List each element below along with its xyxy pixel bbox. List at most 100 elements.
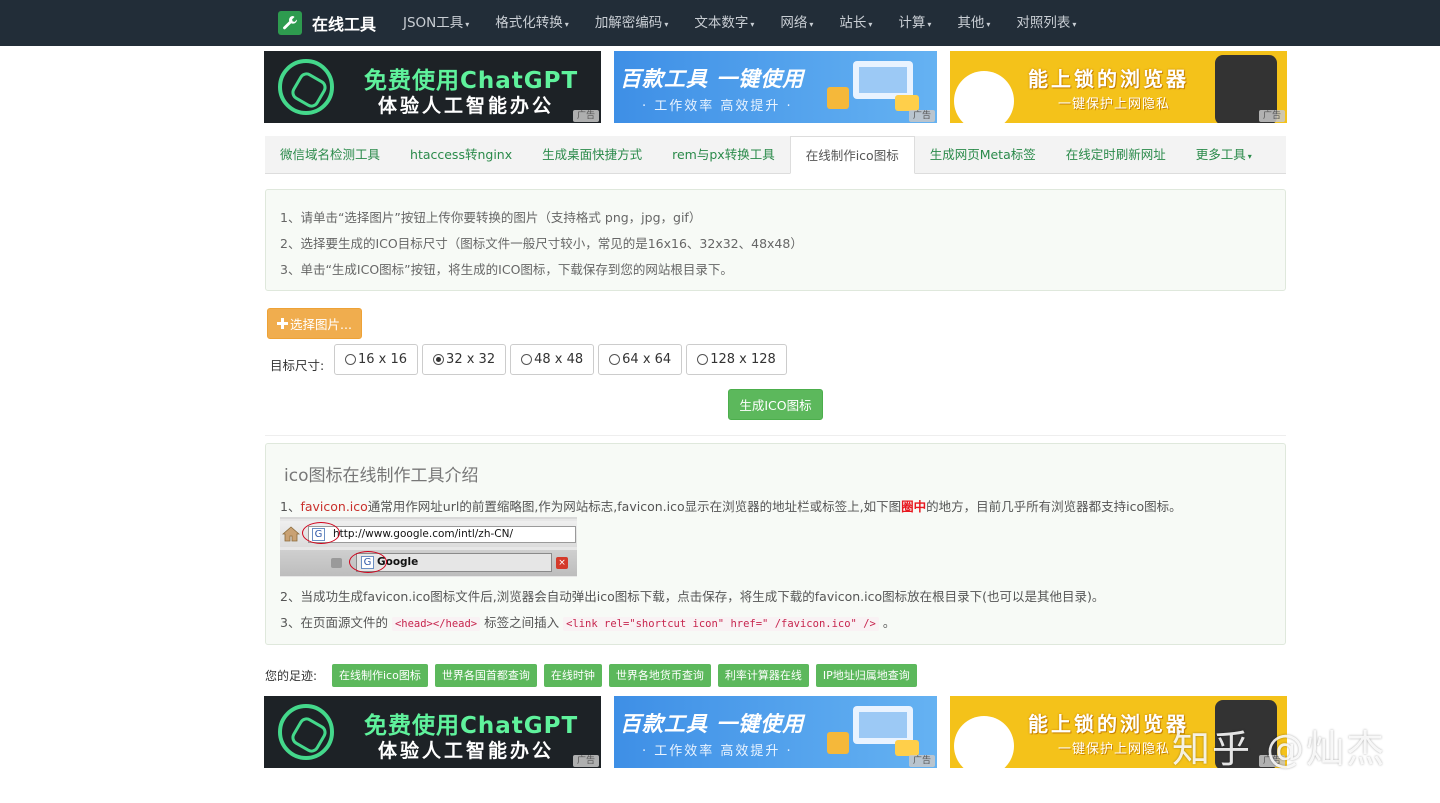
favicon-link[interactable]: favicon.ico bbox=[300, 499, 367, 514]
home-icon bbox=[282, 526, 300, 542]
nav-item-label: 计算 bbox=[898, 15, 926, 31]
ad-subtitle: 一键保护上网隐私 bbox=[1058, 97, 1171, 112]
size-option-16[interactable]: 16 x 16 bbox=[334, 344, 419, 375]
toolbox-illustration-icon bbox=[827, 706, 919, 756]
nav-item-label: 文本数字 bbox=[694, 15, 749, 31]
nav-item-calc[interactable]: 计算 ▾ bbox=[885, 0, 944, 46]
top-navbar: 在线工具 JSON工具 ▾ 格式化转换 ▾ 加解密编码 ▾ 文本数字 ▾ 网络 ▾ 站长 ▾… bbox=[0, 0, 1440, 46]
footprints-list: 在线制作ico图标 世界各国首都查询 在线时钟 世界各地货币查询 利率计算器在线… bbox=[332, 664, 917, 687]
tab-desktop-shortcut[interactable]: 生成桌面快捷方式 bbox=[527, 136, 657, 173]
size-option-label: 48 x 48 bbox=[534, 352, 584, 367]
line-text: 标签之间插入 bbox=[480, 615, 564, 630]
instruction-line: 1、请单击“选择图片”按钮上传你要转换的图片（支持格式 png，jpg，gif） bbox=[280, 210, 702, 225]
nav-item-encode[interactable]: 加解密编码 ▾ bbox=[582, 0, 682, 46]
nav-item-format[interactable]: 格式化转换 ▾ bbox=[482, 0, 582, 46]
footprint-tag[interactable]: 利率计算器在线 bbox=[717, 664, 809, 687]
size-option-label: 64 x 64 bbox=[622, 352, 672, 367]
radio-icon bbox=[697, 354, 709, 365]
radio-checked-icon bbox=[433, 354, 445, 365]
ad-banner-chatgpt-bottom[interactable]: 免费使用ChatGPT 体验人工智能办公 广告 bbox=[264, 696, 601, 768]
nav-item-json[interactable]: JSON工具 ▾ bbox=[390, 0, 482, 46]
close-icon: × bbox=[556, 557, 568, 569]
size-option-128[interactable]: 128 x 128 bbox=[686, 344, 787, 375]
code-link-tag: <link rel="shortcut icon" href=" /favico… bbox=[563, 617, 879, 631]
size-option-label: 128 x 128 bbox=[710, 352, 776, 367]
ad-title: 免费使用ChatGPT bbox=[364, 713, 579, 739]
ad-label: 广告 bbox=[908, 755, 935, 767]
ad-label: 广告 bbox=[1258, 110, 1285, 122]
url-field: http://www.google.com/intl/zh-CN/ bbox=[308, 526, 576, 543]
tab-more-tools[interactable]: 更多工具 ▾ bbox=[1181, 136, 1267, 173]
code-head-tag: <head></head> bbox=[391, 617, 481, 631]
tab-rem-px[interactable]: rem与px转换工具 bbox=[657, 136, 790, 173]
tab-bar: Google G × bbox=[280, 550, 577, 576]
browser-logo-icon bbox=[954, 71, 1014, 123]
nav-item-webmaster[interactable]: 站长 ▾ bbox=[826, 0, 885, 46]
nav-item-network[interactable]: 网络 ▾ bbox=[767, 0, 826, 46]
line-text: 3、在页面源文件的 bbox=[280, 615, 392, 630]
nav-item-label: 站长 bbox=[839, 15, 867, 31]
ad-title: 能上锁的浏览器 bbox=[1028, 67, 1189, 91]
footprint-tag[interactable]: 在线时钟 bbox=[543, 664, 602, 687]
choose-image-button[interactable]: 选择图片... bbox=[267, 308, 362, 339]
ad-title: 免费使用ChatGPT bbox=[364, 68, 579, 94]
ad-label: 广告 bbox=[908, 110, 935, 122]
line-prefix: 1、 bbox=[280, 499, 301, 514]
brand-title: 在线工具 bbox=[312, 15, 377, 34]
ad-banner-browser[interactable]: 能上锁的浏览器 一键保护上网隐私 广告 bbox=[950, 51, 1287, 123]
size-option-label: 32 x 32 bbox=[446, 352, 496, 367]
footprint-tag[interactable]: 在线制作ico图标 bbox=[332, 664, 428, 687]
caret-down-icon: ▾ bbox=[927, 20, 932, 29]
generate-ico-button[interactable]: 生成ICO图标 bbox=[728, 389, 823, 420]
caret-down-icon: ▾ bbox=[564, 20, 569, 29]
tab-ico-maker[interactable]: 在线制作ico图标 bbox=[789, 136, 915, 174]
nav-item-label: 网络 bbox=[780, 15, 808, 31]
ad-title: 百款工具 一键使用 bbox=[620, 712, 805, 736]
nav-menu: JSON工具 ▾ 格式化转换 ▾ 加解密编码 ▾ 文本数字 ▾ 网络 ▾ 站长 ▾ 计算 ▾ … bbox=[390, 0, 1089, 46]
footprint-tag[interactable]: 世界各地货币查询 bbox=[608, 664, 711, 687]
nav-item-lists[interactable]: 对照列表 ▾ bbox=[1003, 0, 1089, 46]
choose-image-label: 选择图片... bbox=[290, 317, 352, 332]
intro-line-3: 3、在页面源文件的 <head></head> 标签之间插入 <link rel… bbox=[280, 612, 895, 631]
brand[interactable]: 在线工具 bbox=[278, 11, 376, 35]
nav-item-text[interactable]: 文本数字 ▾ bbox=[681, 0, 767, 46]
footprint-tag[interactable]: 世界各国首都查询 bbox=[434, 664, 537, 687]
tab-label: 更多工具 bbox=[1195, 147, 1246, 162]
line-text: 的地方，目前几乎所有浏览器都支持ico图标。 bbox=[926, 499, 1182, 514]
intro-line-2: 2、当成功生成favicon.ico图标文件后,浏览器会自动弹出ico图标下载，… bbox=[280, 589, 1105, 604]
watermark: 知乎 @灿杰 bbox=[1172, 727, 1387, 771]
wrench-icon bbox=[278, 11, 302, 35]
size-option-32[interactable]: 32 x 32 bbox=[422, 344, 507, 375]
tab-wechat-domain[interactable]: 微信域名检测工具 bbox=[265, 136, 395, 173]
toolbox-illustration-icon bbox=[827, 61, 919, 111]
ad-banner-tools-bottom[interactable]: 百款工具 一键使用 · 工作效率 高效提升 · 广告 bbox=[614, 696, 937, 768]
size-option-64[interactable]: 64 x 64 bbox=[598, 344, 683, 375]
ad-label: 广告 bbox=[572, 110, 599, 122]
tab-meta-tags[interactable]: 生成网页Meta标签 bbox=[915, 136, 1051, 173]
ad-subtitle: · 工作效率 高效提升 · bbox=[642, 744, 793, 759]
footprints-label: 您的足迹: bbox=[265, 669, 318, 683]
nav-item-label: 其他 bbox=[957, 15, 985, 31]
nav-item-label: 对照列表 bbox=[1016, 15, 1071, 31]
tab-auto-refresh[interactable]: 在线定时刷新网址 bbox=[1051, 136, 1181, 173]
footprint-tag[interactable]: IP地址归属地查询 bbox=[815, 664, 917, 687]
ad-banner-tools[interactable]: 百款工具 一键使用 · 工作效率 高效提升 · 广告 bbox=[614, 51, 937, 123]
tab-htaccess-nginx[interactable]: htaccess转nginx bbox=[395, 136, 527, 173]
nav-item-other[interactable]: 其他 ▾ bbox=[944, 0, 1003, 46]
caret-down-icon: ▾ bbox=[1072, 20, 1077, 29]
caret-down-icon: ▾ bbox=[1247, 152, 1252, 161]
line-text: 通常用作网址url的前置缩略图,作为网站标志,favicon.ico显示在浏览器… bbox=[367, 499, 902, 514]
intro-line-1: 1、favicon.ico通常用作网址url的前置缩略图,作为网站标志,favi… bbox=[280, 496, 1182, 515]
size-option-48[interactable]: 48 x 48 bbox=[510, 344, 595, 375]
caret-down-icon: ▾ bbox=[750, 20, 755, 29]
ad-banner-chatgpt[interactable]: 免费使用ChatGPT 体验人工智能办公 广告 bbox=[264, 51, 601, 123]
openai-logo-icon bbox=[278, 59, 334, 115]
openai-logo-icon bbox=[278, 704, 334, 760]
divider bbox=[265, 435, 1286, 436]
nav-item-label: 加解密编码 bbox=[594, 15, 663, 31]
caret-down-icon: ▾ bbox=[465, 20, 470, 29]
target-size-label: 目标尺寸: bbox=[270, 358, 325, 373]
caret-down-icon: ▾ bbox=[986, 20, 991, 29]
plus-icon bbox=[277, 318, 289, 329]
favicon-example-image: http://www.google.com/intl/zh-CN/ G Goog… bbox=[280, 517, 577, 577]
